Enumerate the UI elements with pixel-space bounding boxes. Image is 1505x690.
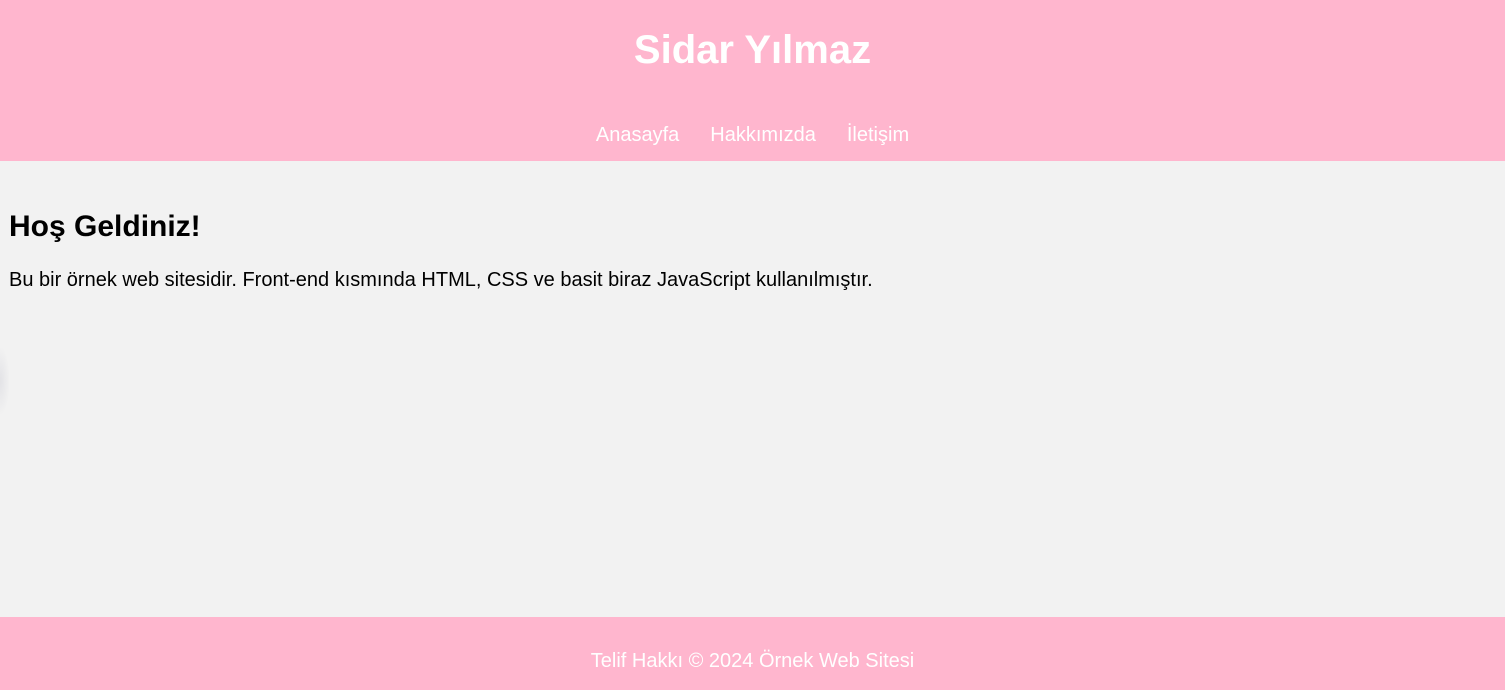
site-header: Sidar Yılmaz Anasayfa Hakkımızda İletişi… bbox=[0, 0, 1505, 161]
intro-text: Bu bir örnek web sitesidir. Front-end kı… bbox=[9, 269, 873, 291]
edge-shadow bbox=[0, 346, 10, 416]
nav-link-home[interactable]: Anasayfa bbox=[596, 122, 679, 148]
page: Sidar Yılmaz Anasayfa Hakkımızda İletişi… bbox=[0, 0, 1505, 690]
nav-link-contact[interactable]: İletişim bbox=[847, 122, 909, 148]
site-title: Sidar Yılmaz bbox=[633, 28, 872, 72]
main-content: Hoş Geldiniz! Bu bir örnek web sitesidir… bbox=[0, 161, 1505, 617]
main-nav: Anasayfa Hakkımızda İletişim bbox=[0, 122, 1505, 148]
site-footer: Telif Hakkı © 2024 Örnek Web Sitesi bbox=[0, 617, 1505, 690]
nav-link-about[interactable]: Hakkımızda bbox=[710, 122, 816, 148]
welcome-heading: Hoş Geldiniz! bbox=[9, 210, 201, 243]
copyright-text: Telif Hakkı © 2024 Örnek Web Sitesi bbox=[590, 650, 915, 672]
